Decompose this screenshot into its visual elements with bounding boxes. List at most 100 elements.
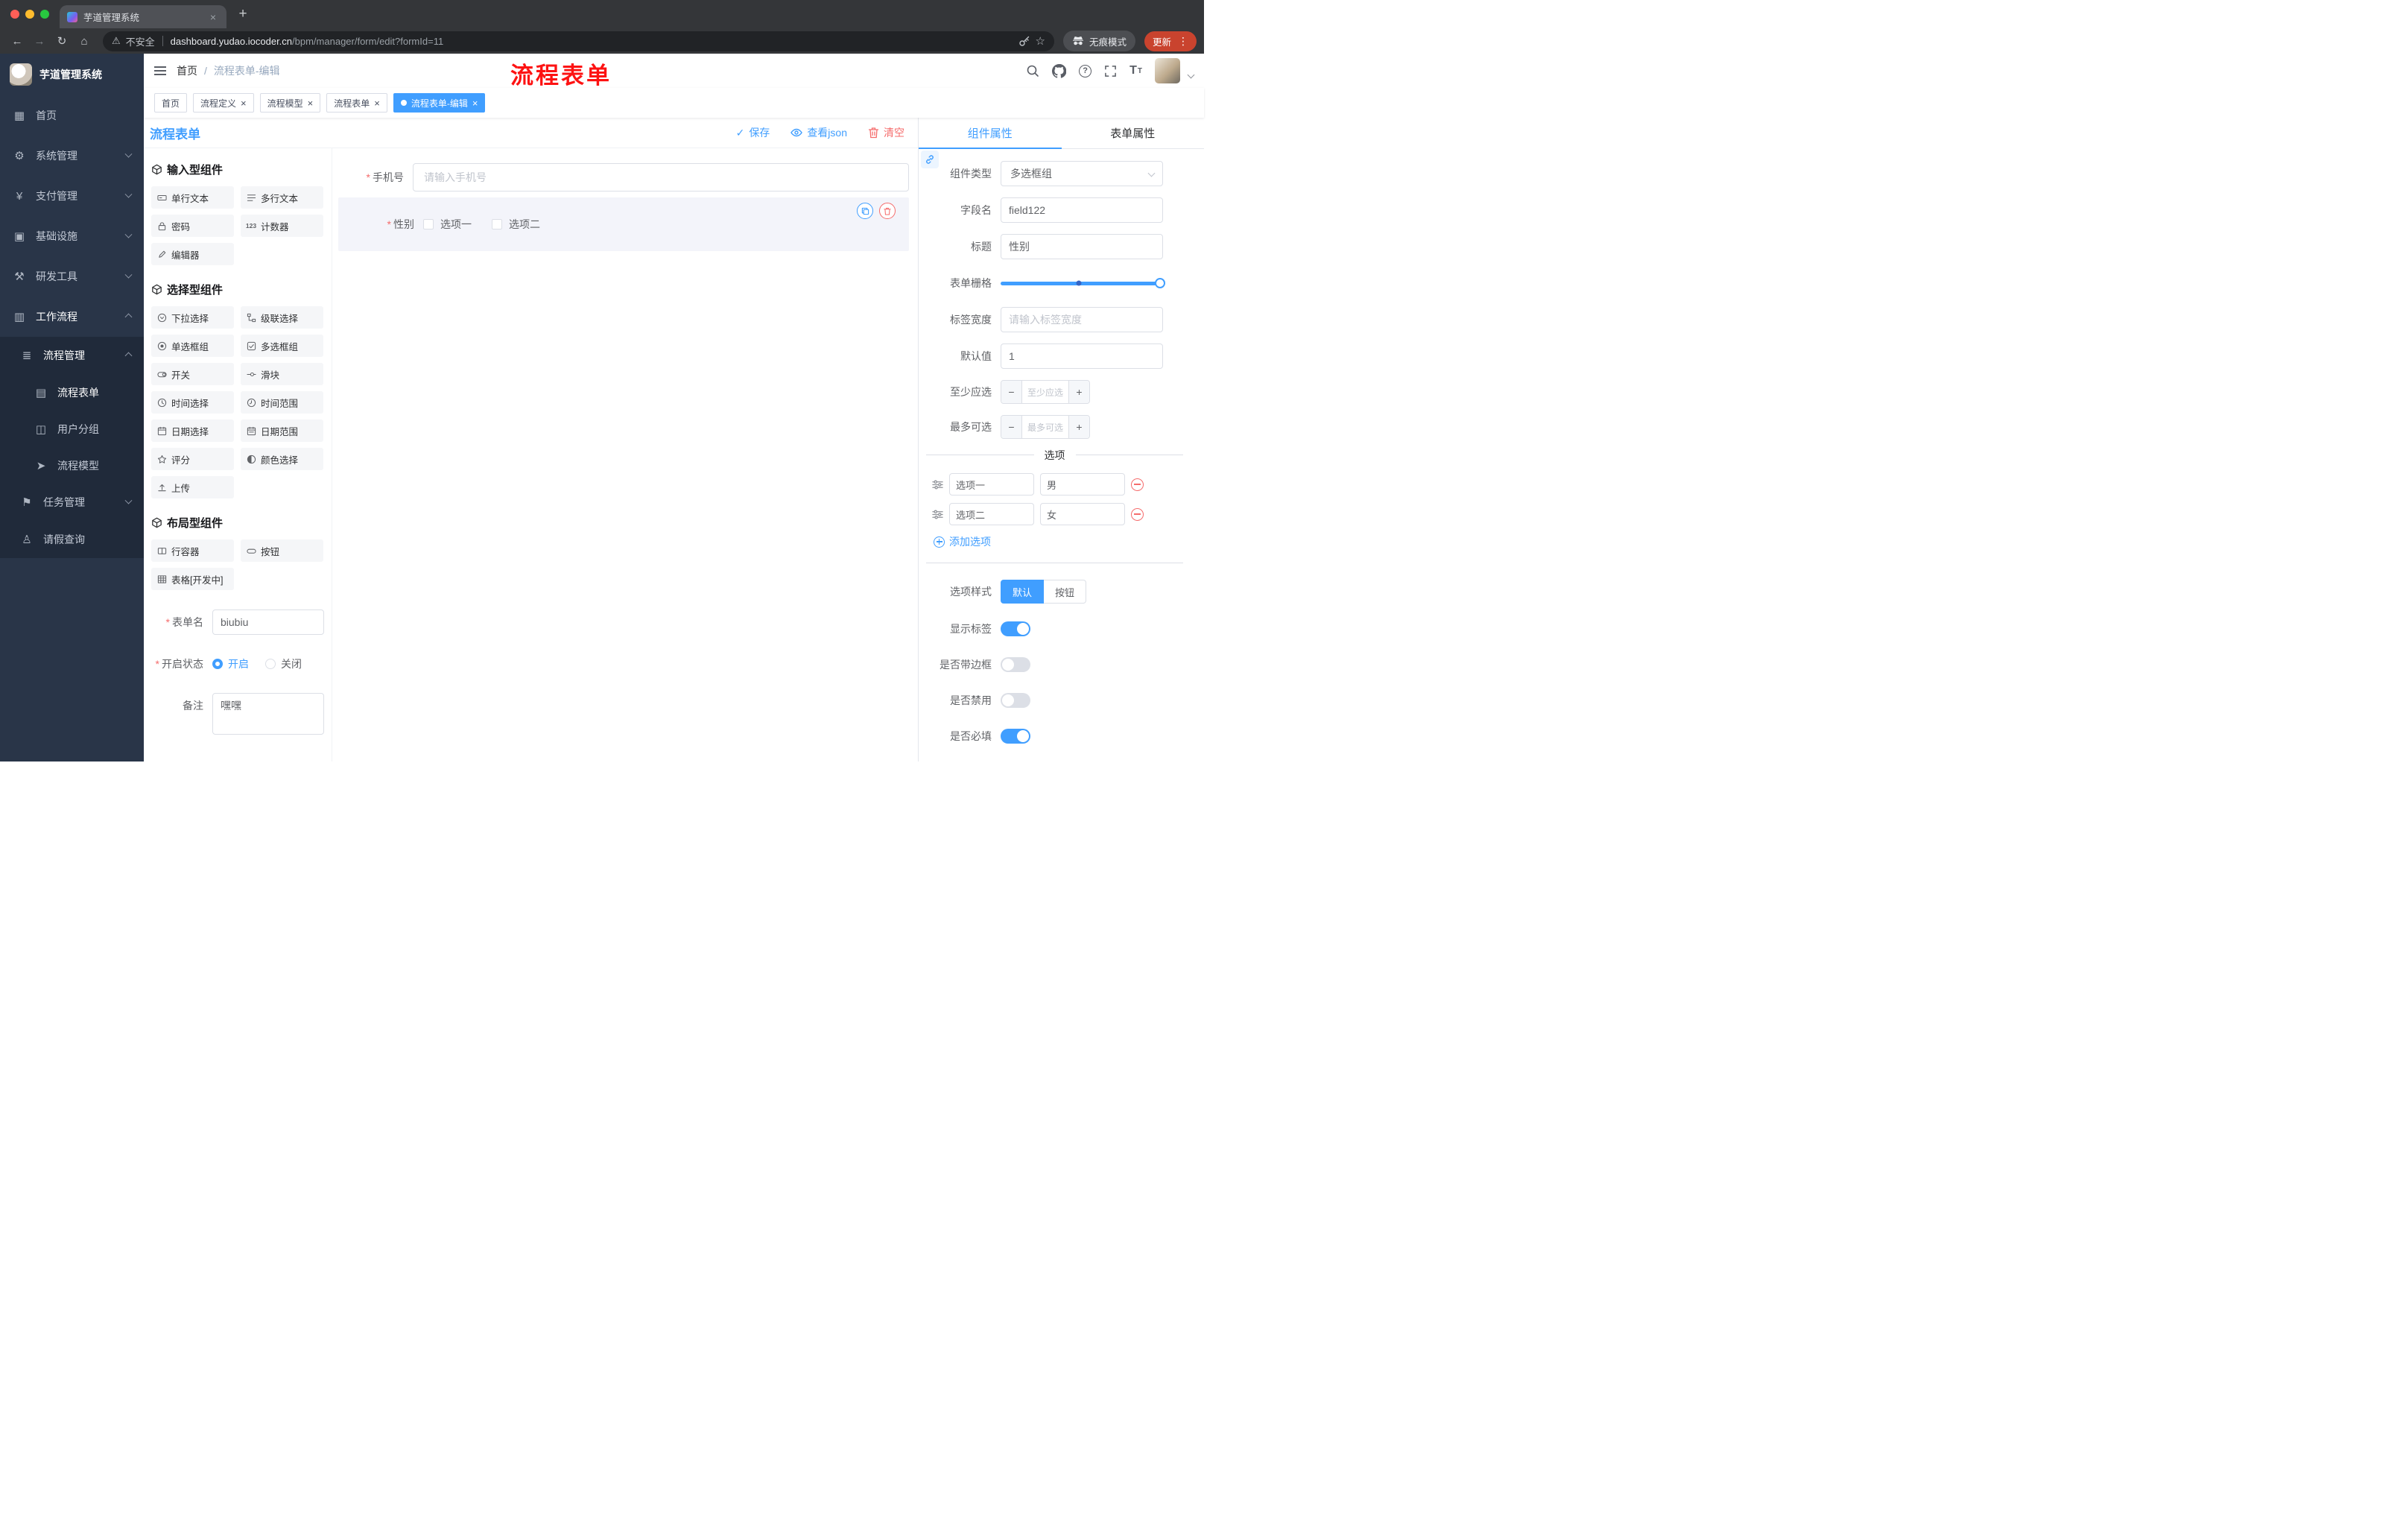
palette-item-single-line-text[interactable]: 单行文本: [151, 186, 234, 209]
avatar[interactable]: [1155, 58, 1180, 83]
help-icon[interactable]: ?: [1079, 64, 1092, 77]
tag-close-icon[interactable]: ×: [241, 98, 247, 108]
form-remark-textarea[interactable]: 嘿嘿: [212, 693, 324, 735]
palette-item-table[interactable]: 表格[开发中]: [151, 568, 234, 590]
palette-item-dropdown[interactable]: 下拉选择: [151, 306, 234, 329]
palette-item-color-picker[interactable]: 颜色选择: [241, 448, 323, 470]
label-width-input[interactable]: [1001, 307, 1163, 332]
canvas-widget-gender-selected[interactable]: * 性别 选项一 选项二: [338, 197, 909, 251]
palette-item-radio-group[interactable]: 单选框组: [151, 335, 234, 357]
palette-item-time-picker[interactable]: 时间选择: [151, 391, 234, 414]
bookmark-star-icon[interactable]: ☆: [1036, 34, 1045, 48]
drawing-board[interactable]: *手机号 *性别 选项一 选项二: [332, 148, 918, 762]
palette-item-row-container[interactable]: 行容器: [151, 539, 234, 562]
palette-item-button[interactable]: 按钮: [241, 539, 323, 562]
tag-process-form-edit[interactable]: 流程表单-编辑 ×: [393, 93, 486, 113]
remove-option-icon[interactable]: [1131, 507, 1144, 521]
palette-item-switch[interactable]: 开关: [151, 363, 234, 385]
copy-widget-button[interactable]: [857, 203, 873, 219]
fullscreen-icon[interactable]: [1104, 65, 1117, 77]
palette-item-cascade[interactable]: 级联选择: [241, 306, 323, 329]
palette-item-counter[interactable]: 123 计数器: [241, 215, 323, 237]
bordered-toggle[interactable]: [1001, 657, 1030, 672]
reload-icon[interactable]: ↻: [52, 31, 72, 51]
sidebar-item-payment[interactable]: ¥ 支付管理: [0, 176, 144, 216]
zoom-window-button[interactable]: [40, 10, 49, 19]
status-radio-off[interactable]: 关闭: [265, 656, 302, 671]
default-value-input[interactable]: [1001, 343, 1163, 369]
browser-menu-icon[interactable]: ⋮: [1178, 35, 1188, 48]
phone-field-input[interactable]: [413, 163, 909, 191]
forward-icon[interactable]: →: [30, 31, 49, 51]
clear-button[interactable]: 清空: [868, 125, 904, 140]
form-grid-slider[interactable]: [1001, 270, 1165, 296]
style-default-button[interactable]: 默认: [1001, 580, 1045, 604]
show-label-toggle[interactable]: [1001, 621, 1030, 636]
tag-close-icon[interactable]: ×: [374, 98, 380, 108]
sidebar-item-workflow[interactable]: ▥ 工作流程: [0, 297, 144, 337]
palette-item-multi-line-text[interactable]: 多行文本: [241, 186, 323, 209]
increase-icon[interactable]: +: [1068, 416, 1089, 438]
form-name-input[interactable]: [212, 609, 324, 635]
app-logo-row[interactable]: 芋道管理系统: [0, 54, 144, 95]
palette-item-rating[interactable]: 评分: [151, 448, 234, 470]
update-browser-button[interactable]: 更新 ⋮: [1144, 31, 1197, 51]
minimize-window-button[interactable]: [25, 10, 34, 19]
sidebar-item-process-form[interactable]: ▤ 流程表单: [0, 374, 144, 411]
option2-value-input[interactable]: [1040, 503, 1125, 525]
add-option-button[interactable]: 添加选项: [934, 534, 1186, 549]
disabled-toggle[interactable]: [1001, 693, 1030, 708]
component-type-select[interactable]: 多选框组: [1001, 161, 1163, 186]
style-button-button[interactable]: 按钮: [1044, 580, 1087, 604]
save-button[interactable]: ✓ 保存: [736, 125, 770, 140]
option1-label-input[interactable]: [949, 473, 1034, 495]
palette-item-time-range[interactable]: 时间范围: [241, 391, 323, 414]
drag-handle-icon[interactable]: [932, 509, 943, 520]
github-icon[interactable]: [1052, 63, 1067, 78]
tag-process-definition[interactable]: 流程定义 ×: [193, 93, 254, 113]
back-icon[interactable]: ←: [7, 31, 27, 51]
option2-label-input[interactable]: [949, 503, 1034, 525]
gender-checkbox-option2[interactable]: 选项二: [492, 217, 540, 232]
slider-track[interactable]: [1001, 278, 1165, 288]
sidebar-item-infrastructure[interactable]: ▣ 基础设施: [0, 216, 144, 256]
palette-item-checkbox-group[interactable]: 多选框组: [241, 335, 323, 357]
tag-process-form[interactable]: 流程表单 ×: [326, 93, 387, 113]
sidebar-item-system[interactable]: ⚙ 系统管理: [0, 136, 144, 176]
tab-close-icon[interactable]: ×: [207, 11, 219, 23]
sidebar-item-task-management[interactable]: ⚑ 任务管理: [0, 484, 144, 521]
slider-handle[interactable]: [1155, 278, 1165, 288]
gender-checkbox-option1[interactable]: 选项一: [423, 217, 472, 232]
sidebar-item-process-model[interactable]: ➤ 流程模型: [0, 447, 144, 484]
tab-form-props[interactable]: 表单属性: [1062, 118, 1205, 148]
sidebar-item-leave-query[interactable]: ♙ 请假查询: [0, 521, 144, 558]
view-json-button[interactable]: 查看json: [790, 125, 847, 140]
max-select-value[interactable]: 最多可选: [1022, 416, 1068, 438]
tag-close-icon[interactable]: ×: [472, 98, 478, 108]
palette-item-slider[interactable]: 滑块: [241, 363, 323, 385]
hamburger-icon[interactable]: [144, 54, 177, 88]
breadcrumb-home[interactable]: 首页: [177, 63, 197, 78]
sidebar-item-process-management[interactable]: ≣ 流程管理: [0, 337, 144, 374]
option1-value-input[interactable]: [1040, 473, 1125, 495]
decrease-icon[interactable]: −: [1001, 381, 1022, 403]
new-tab-button[interactable]: +: [232, 4, 253, 25]
status-radio-on[interactable]: 开启: [212, 656, 249, 671]
font-size-icon[interactable]: TT: [1129, 64, 1142, 77]
browser-tab[interactable]: 芋道管理系统 ×: [60, 5, 226, 28]
decrease-icon[interactable]: −: [1001, 416, 1022, 438]
palette-item-password[interactable]: 密码: [151, 215, 234, 237]
tag-home[interactable]: 首页: [154, 93, 188, 113]
sidebar-item-home[interactable]: ▦ 首页: [0, 95, 144, 136]
delete-widget-button[interactable]: [879, 203, 896, 219]
tab-component-props[interactable]: 组件属性: [919, 118, 1062, 149]
tag-process-model[interactable]: 流程模型 ×: [259, 93, 321, 113]
min-select-value[interactable]: 至少应选: [1022, 381, 1068, 403]
search-icon[interactable]: [1026, 64, 1039, 77]
palette-item-date-picker[interactable]: 日期选择: [151, 419, 234, 442]
avatar-chevron-down-icon[interactable]: [1187, 71, 1195, 78]
increase-icon[interactable]: +: [1068, 381, 1089, 403]
drag-handle-icon[interactable]: [932, 479, 943, 490]
palette-item-editor[interactable]: 编辑器: [151, 243, 234, 265]
home-icon[interactable]: ⌂: [75, 31, 94, 51]
